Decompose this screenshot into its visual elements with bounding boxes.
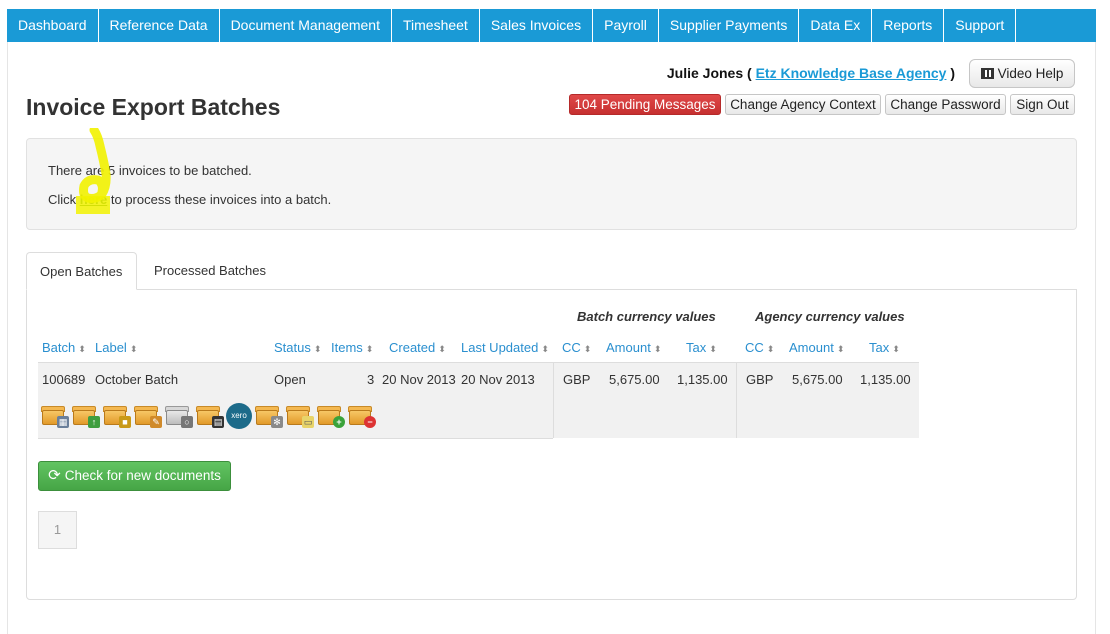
agency-link[interactable]: Etz Knowledge Base Agency: [756, 65, 947, 81]
change-agency-button[interactable]: Change Agency Context: [725, 94, 881, 115]
nav-reference-data[interactable]: Reference Data: [99, 9, 220, 42]
add-icon[interactable]: +: [316, 403, 345, 429]
user-name: Julie Jones: [666, 65, 744, 81]
sort-icon: ⬍: [129, 344, 138, 354]
cell-last-updated: 20 Nov 2013: [461, 372, 535, 387]
sort-icon: ⬍: [653, 344, 662, 354]
sort-icon: ⬍: [892, 344, 900, 354]
cell-status: Open: [274, 372, 306, 387]
cell-batch-tax: 1,135.00: [677, 372, 728, 387]
col-header-status[interactable]: Status ⬍: [274, 340, 321, 355]
cell-label: October Batch: [95, 372, 179, 387]
col-header-batch[interactable]: Batch ⬍: [42, 340, 86, 355]
process-prefix: Click: [48, 192, 80, 207]
col-header-label[interactable]: Label ⬍: [95, 340, 137, 355]
cell-batch-amount: 5,675.00: [609, 372, 660, 387]
check-new-documents-button[interactable]: ⟳ Check for new documents: [38, 461, 231, 491]
nav-payroll[interactable]: Payroll: [593, 9, 659, 42]
nav-data-ex[interactable]: Data Ex: [799, 9, 873, 42]
check-new-label: Check for new documents: [64, 468, 221, 483]
row-divider: [38, 438, 553, 439]
print-icon[interactable]: ▤: [195, 403, 224, 429]
sort-icon: ⬍: [438, 344, 446, 354]
tab-open-batches[interactable]: Open Batches: [26, 252, 137, 290]
nav-dashboard[interactable]: Dashboard: [7, 9, 99, 42]
cell-items: 3: [367, 372, 375, 387]
nav-support[interactable]: Support: [944, 9, 1017, 42]
column-group-divider: [736, 363, 737, 438]
nav-reports[interactable]: Reports: [872, 9, 945, 42]
sort-icon: ⬍: [313, 344, 322, 354]
col-header-last-updated[interactable]: Last Updated ⬍: [461, 340, 549, 355]
nav-sales-invoices[interactable]: Sales Invoices: [480, 9, 594, 42]
film-icon: [980, 68, 994, 79]
cell-agency-cc: GBP: [746, 372, 774, 387]
video-help-button[interactable]: Video Help: [969, 59, 1075, 88]
invoice-calc-icon[interactable]: ▦: [40, 403, 69, 429]
document-icon[interactable]: ▭: [285, 403, 314, 429]
user-info: Julie Jones ( Etz Knowledge Base Agency …: [667, 65, 955, 81]
main-nav: Dashboard Reference Data Document Manage…: [7, 9, 1096, 42]
batch-info-box: There are 5 invoices to be batched. Clic…: [26, 138, 1077, 230]
change-password-button[interactable]: Change Password: [885, 94, 1006, 115]
nav-supplier-payments[interactable]: Supplier Payments: [659, 9, 800, 42]
process-text: Click here to process these invoices int…: [48, 192, 331, 207]
sort-icon: ⬍: [709, 344, 717, 354]
cell-agency-amount: 5,675.00: [792, 372, 843, 387]
agency-currency-group-header: Agency currency values: [755, 309, 905, 324]
batch-tabs: Open Batches Processed Batches: [26, 252, 1077, 290]
pending-messages-button[interactable]: 104 Pending Messages: [569, 94, 721, 115]
export-up-icon[interactable]: ↑: [71, 403, 100, 429]
col-header-items[interactable]: Items ⬍: [331, 340, 373, 355]
tab-processed-batches[interactable]: Processed Batches: [141, 252, 279, 290]
page-title: Invoice Export Batches: [26, 94, 281, 120]
pagination-page[interactable]: 1: [38, 511, 77, 549]
col-header-agency-amount[interactable]: Amount ⬍: [789, 340, 844, 355]
edit-pencil-icon[interactable]: ✎: [133, 403, 162, 429]
paren-close: ): [950, 65, 955, 81]
sort-icon: ⬍: [836, 344, 845, 354]
col-header-agency-tax[interactable]: Tax ⬍: [869, 340, 900, 355]
refresh-icon: ⟳: [48, 467, 61, 484]
col-header-batch-amount[interactable]: Amount ⬍: [606, 340, 661, 355]
search-magnify-icon[interactable]: ○: [164, 403, 193, 429]
video-help-label: Video Help: [997, 66, 1064, 81]
cell-batch-cc: GBP: [563, 372, 591, 387]
paren-open: (: [747, 65, 752, 81]
sort-icon: ⬍: [766, 344, 775, 354]
tab-panel: [26, 289, 1077, 600]
batch-currency-group-header: Batch currency values: [577, 309, 716, 324]
lock-icon[interactable]: ■: [102, 403, 131, 429]
invoices-count-text: There are 5 invoices to be batched.: [48, 163, 252, 178]
sort-icon: ⬍: [365, 344, 374, 354]
sort-icon: ⬍: [78, 344, 86, 354]
cell-agency-tax: 1,135.00: [860, 372, 911, 387]
process-here-link[interactable]: here: [80, 192, 107, 207]
sort-icon: ⬍: [541, 344, 549, 354]
cell-batch[interactable]: 100689: [42, 372, 85, 387]
col-header-batch-tax[interactable]: Tax ⬍: [686, 340, 717, 355]
sign-out-button[interactable]: Sign Out: [1010, 94, 1075, 115]
sort-icon: ⬍: [583, 344, 592, 354]
column-group-divider: [553, 363, 554, 438]
cell-created: 20 Nov 2013: [382, 372, 456, 387]
settings-gear-icon[interactable]: ✻: [254, 403, 283, 429]
col-header-batch-cc[interactable]: CC ⬍: [562, 340, 591, 355]
xero-icon[interactable]: xero: [226, 403, 252, 429]
col-header-created[interactable]: Created ⬍: [389, 340, 446, 355]
batch-actions: ▦ ↑ ■ ✎ ○ ▤ xero ✻ ▭ + −: [40, 403, 376, 429]
nav-timesheet[interactable]: Timesheet: [392, 9, 480, 42]
col-header-agency-cc[interactable]: CC ⬍: [745, 340, 774, 355]
process-suffix: to process these invoices into a batch.: [107, 192, 332, 207]
nav-document-management[interactable]: Document Management: [220, 9, 392, 42]
delete-icon[interactable]: −: [347, 403, 376, 429]
